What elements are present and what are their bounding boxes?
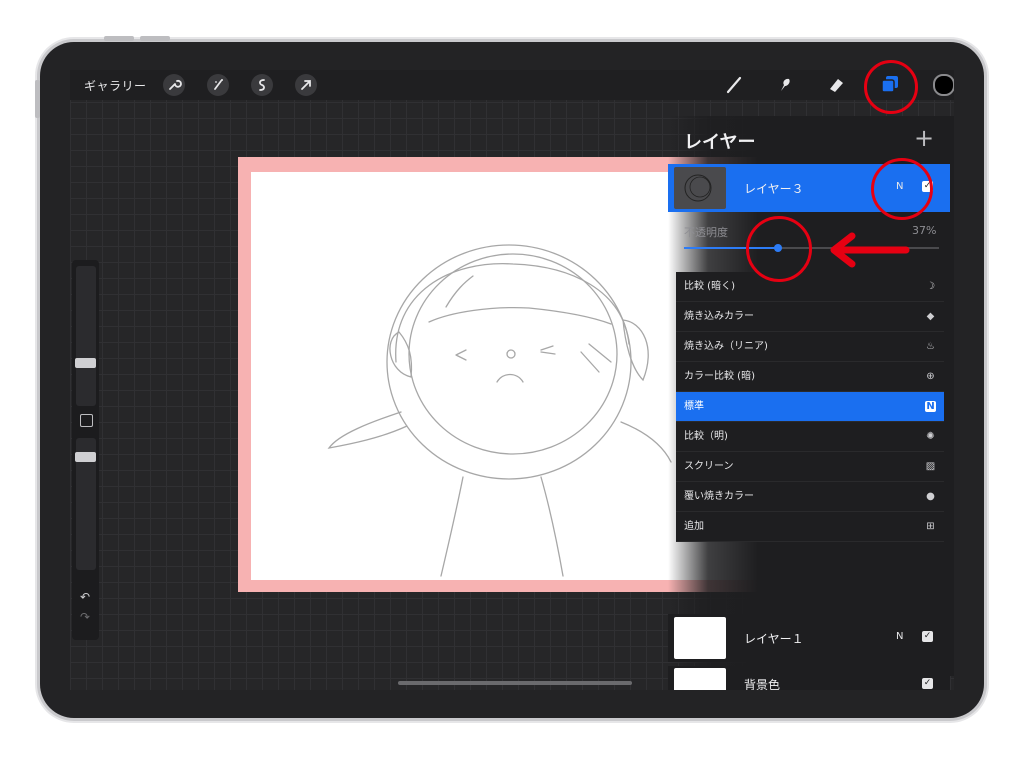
wrench-icon[interactable] bbox=[163, 74, 185, 96]
eraser-icon[interactable] bbox=[824, 73, 848, 97]
blend-mode-item[interactable]: 比較（明) ✺ bbox=[676, 422, 944, 452]
flame-icon: ♨ bbox=[926, 341, 935, 352]
volume-button bbox=[140, 36, 170, 41]
blend-mode-label: 焼き込みカラー bbox=[684, 311, 754, 322]
blend-mode-item[interactable]: 覆い焼きカラー ● bbox=[676, 482, 944, 512]
blend-mode-label: 追加 bbox=[684, 521, 704, 532]
layer-name: レイヤー１ bbox=[744, 632, 804, 646]
annotation-circle-opacity bbox=[746, 216, 812, 282]
blend-mode-item[interactable]: スクリーン ▨ bbox=[676, 452, 944, 482]
blend-mode-label: 標準 bbox=[684, 401, 704, 412]
annotation-arrow-icon bbox=[830, 232, 910, 268]
opacity-thumb[interactable] bbox=[75, 452, 96, 462]
visibility-checkbox[interactable]: ✓ bbox=[922, 678, 933, 689]
volume-button bbox=[104, 36, 134, 41]
blend-mode-button[interactable]: N bbox=[896, 631, 903, 642]
gallery-button[interactable]: ギャラリー bbox=[84, 77, 147, 94]
redo-icon[interactable]: ↷ bbox=[80, 610, 90, 624]
undo-icon[interactable]: ↶ bbox=[80, 590, 90, 604]
left-sidebar: ↶ ↷ bbox=[72, 260, 99, 640]
layer-row-background[interactable]: 背景色 ✓ bbox=[668, 666, 950, 690]
plus-square-icon: ⊞ bbox=[926, 521, 935, 532]
layer-thumbnail bbox=[674, 617, 726, 659]
blend-mode-item[interactable]: 標準 N bbox=[676, 392, 944, 422]
smudge-icon[interactable] bbox=[773, 73, 797, 97]
brush-size-thumb[interactable] bbox=[75, 358, 96, 368]
home-indicator bbox=[398, 681, 632, 685]
blend-mode-item[interactable]: 比較 (暗く) ☽ bbox=[676, 272, 944, 302]
modify-button[interactable] bbox=[80, 414, 93, 427]
moon-icon: ☽ bbox=[926, 281, 935, 292]
layer-thumbnail bbox=[674, 668, 726, 690]
blend-mode-item[interactable]: 追加 ⊞ bbox=[676, 512, 944, 542]
blend-mode-label: スクリーン bbox=[684, 461, 734, 472]
brush-icon[interactable] bbox=[722, 73, 746, 97]
layer-name: 背景色 bbox=[744, 678, 781, 690]
magic-wand-icon[interactable] bbox=[207, 74, 229, 96]
layer-name: レイヤー３ bbox=[744, 182, 804, 196]
color-swatch[interactable] bbox=[933, 74, 954, 96]
burn-icon: ◆ bbox=[926, 311, 935, 322]
blend-mode-label: カラー比較 (暗) bbox=[684, 371, 755, 382]
blend-mode-list: 比較 (暗く) ☽ 焼き込みカラー ◆ 焼き込み（リニア) ♨ カラー比較 (暗) ⊕ 標準 N 比… bbox=[676, 272, 944, 542]
plus-circle-icon: ⊕ bbox=[926, 371, 935, 382]
opacity-label: 不透明度 bbox=[684, 226, 728, 239]
brush-size-slider[interactable] bbox=[76, 266, 96, 406]
blend-mode-item[interactable]: 焼き込みカラー ◆ bbox=[676, 302, 944, 332]
dodge-icon: ● bbox=[926, 491, 935, 502]
sun-icon: ✺ bbox=[926, 431, 935, 442]
annotation-circle-blend bbox=[871, 158, 933, 220]
layer-row[interactable]: レイヤー１ N ✓ bbox=[668, 614, 950, 662]
selection-icon[interactable] bbox=[251, 74, 273, 96]
blend-mode-item[interactable]: カラー比較 (暗) ⊕ bbox=[676, 362, 944, 392]
procreate-screen: ギャラリー ↶ ↷ レイヤー + レイヤー３ N ✓ 不透明度 37% 比較 (… bbox=[70, 70, 954, 690]
hatch-icon: ▨ bbox=[925, 461, 936, 472]
blend-mode-label: 覆い焼きカラー bbox=[684, 491, 754, 502]
transform-arrow-icon[interactable] bbox=[295, 74, 317, 96]
layer-thumbnail bbox=[674, 167, 726, 209]
layers-panel-title: レイヤー bbox=[684, 132, 756, 153]
power-button bbox=[35, 80, 40, 118]
blend-mode-label: 焼き込み（リニア) bbox=[684, 341, 768, 352]
n-badge-icon: N bbox=[925, 401, 936, 412]
blend-mode-label: 比較 (暗く) bbox=[684, 281, 735, 292]
visibility-checkbox[interactable]: ✓ bbox=[922, 631, 933, 642]
blend-mode-item[interactable]: 焼き込み（リニア) ♨ bbox=[676, 332, 944, 362]
top-toolbar: ギャラリー bbox=[70, 70, 954, 100]
add-layer-button[interactable]: + bbox=[914, 124, 934, 152]
annotation-circle-layers bbox=[864, 60, 918, 114]
blend-mode-label: 比較（明) bbox=[684, 431, 728, 442]
opacity-value: 37% bbox=[912, 224, 937, 237]
